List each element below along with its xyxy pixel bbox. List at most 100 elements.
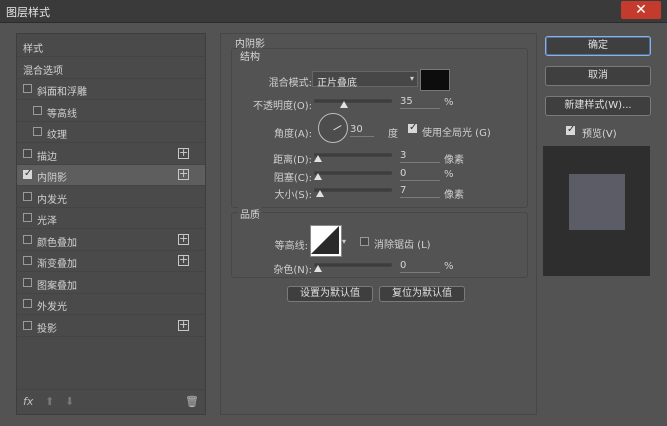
choke-slider[interactable] <box>314 171 392 175</box>
antialias-checkbox[interactable] <box>360 237 369 246</box>
global-light-checkbox[interactable] <box>408 122 417 133</box>
style-list-item[interactable]: 内发光 <box>17 187 205 208</box>
global-light-label: 使用全局光 (G) <box>422 128 491 139</box>
style-list-item[interactable]: 等高线 <box>17 101 205 122</box>
style-list-item[interactable]: 内阴影 + <box>17 165 205 186</box>
blend-mode-value: 正片叠底 <box>317 78 357 89</box>
style-list-label: 光泽 <box>37 216 57 227</box>
distance-slider-thumb[interactable] <box>314 155 322 162</box>
fx-button[interactable]: fx <box>23 395 33 408</box>
style-list-item[interactable]: 描边 + <box>17 144 205 165</box>
cancel-button[interactable]: 取消 <box>545 66 651 86</box>
style-list-item[interactable]: 外发光 <box>17 294 205 315</box>
contour-curve-icon <box>311 226 339 254</box>
style-enable-checkbox[interactable] <box>23 191 32 201</box>
style-list-item[interactable]: 图案叠加 <box>17 273 205 294</box>
style-list-label: 投影 <box>37 323 57 335</box>
add-instance-icon[interactable]: + <box>178 168 189 180</box>
choke-value[interactable]: 0 <box>400 168 440 181</box>
add-instance-icon[interactable]: + <box>178 254 189 266</box>
close-button[interactable]: ✕ <box>621 1 661 19</box>
ok-button[interactable]: 确定 <box>545 36 651 56</box>
style-enable-checkbox[interactable] <box>33 127 42 136</box>
style-list-label: 混合选项 <box>23 65 63 77</box>
style-enable-checkbox[interactable] <box>23 299 32 308</box>
new-style-button[interactable]: 新建样式(W)... <box>545 96 651 116</box>
contour-label: 等高线: <box>274 241 308 252</box>
style-enable-checkbox[interactable] <box>23 148 32 158</box>
distance-value[interactable]: 3 <box>400 150 440 163</box>
style-list-item[interactable]: 渐变叠加 + <box>17 251 205 272</box>
choke-slider-thumb[interactable] <box>314 173 322 180</box>
noise-slider-thumb[interactable] <box>314 265 322 272</box>
contour-picker[interactable] <box>310 225 342 257</box>
style-list-item[interactable]: 颜色叠加 + <box>17 230 205 251</box>
style-list-label: 颜色叠加 <box>37 237 77 249</box>
style-enable-checkbox[interactable] <box>23 84 32 93</box>
style-list-toolbar: fx ⬆ ⬇ 🗑 <box>17 389 205 414</box>
chevron-down-icon: ▾ <box>409 74 414 83</box>
style-enable-checkbox[interactable] <box>33 105 42 115</box>
window-title: 图层样式 <box>6 6 50 19</box>
make-default-button[interactable]: 设置为默认值 <box>287 286 373 302</box>
angle-value[interactable]: 30 <box>350 124 374 137</box>
opacity-slider-thumb[interactable] <box>340 101 348 108</box>
style-enable-checkbox[interactable] <box>23 320 32 330</box>
preview-thumbnail <box>569 174 625 230</box>
style-list-item[interactable]: 斜面和浮雕 <box>17 79 205 100</box>
blend-mode-label: 混合模式: <box>268 78 312 89</box>
title-bar: 图层样式 ✕ <box>0 0 667 23</box>
angle-dial-needle <box>333 125 342 131</box>
style-list-label: 渐变叠加 <box>37 259 77 270</box>
opacity-slider[interactable] <box>314 99 392 103</box>
style-list-label: 外发光 <box>37 302 67 313</box>
opacity-value[interactable]: 35 <box>400 96 440 109</box>
blend-mode-select[interactable]: 正片叠底 ▾ <box>312 71 418 89</box>
style-enable-checkbox[interactable] <box>23 234 32 244</box>
noise-value[interactable]: 0 <box>400 260 440 273</box>
arrow-up-icon[interactable]: ⬆ <box>45 395 54 408</box>
style-list-item[interactable]: 光泽 <box>17 208 205 229</box>
size-slider-thumb[interactable] <box>316 190 324 197</box>
add-instance-icon[interactable]: + <box>178 147 189 159</box>
style-list-item[interactable]: 样式 <box>17 36 205 57</box>
noise-label: 杂色(N): <box>273 265 312 276</box>
style-list-label: 斜面和浮雕 <box>37 87 87 98</box>
distance-unit: 像素 <box>444 155 464 166</box>
contour-chevron-down-icon[interactable]: ▾ <box>342 237 346 246</box>
preview-checkbox[interactable] <box>566 124 575 135</box>
add-instance-icon[interactable]: + <box>178 319 189 331</box>
angle-label: 角度(A): <box>273 129 312 140</box>
arrow-down-icon[interactable]: ⬇ <box>65 395 74 408</box>
style-enable-checkbox[interactable] <box>23 277 32 287</box>
style-list-item[interactable]: 混合选项 <box>17 58 205 79</box>
distance-label: 距离(D): <box>273 155 312 166</box>
reset-default-button[interactable]: 复位为默认值 <box>379 286 465 302</box>
style-list-label: 内发光 <box>37 194 67 206</box>
add-instance-icon[interactable]: + <box>178 233 189 245</box>
shadow-color-swatch[interactable] <box>420 69 450 91</box>
choke-label: 阻塞(C): <box>273 173 312 184</box>
choke-unit: % <box>444 169 454 180</box>
size-value[interactable]: 7 <box>400 185 440 198</box>
style-list-item[interactable]: 投影 + <box>17 316 205 337</box>
quality-title: 品质 <box>238 206 262 221</box>
style-list: 样式混合选项斜面和浮雕等高线纹理描边 + 内阴影 + 内发光光泽颜色叠加 + 渐变叠加 + 图案… <box>16 33 206 415</box>
style-enable-checkbox[interactable] <box>23 213 32 222</box>
noise-slider[interactable] <box>314 263 392 267</box>
style-list-item[interactable]: 纹理 <box>17 122 205 143</box>
style-enable-checkbox[interactable] <box>23 168 32 179</box>
opacity-unit: % <box>444 97 454 108</box>
style-list-label: 内阴影 <box>37 173 67 184</box>
angle-dial[interactable] <box>318 113 348 143</box>
style-list-label: 图案叠加 <box>37 280 77 292</box>
style-list-label: 描边 <box>37 151 57 163</box>
distance-slider[interactable] <box>314 153 392 157</box>
size-slider[interactable] <box>314 188 392 192</box>
angle-unit: 度 <box>388 129 398 140</box>
size-label: 大小(S): <box>274 190 312 201</box>
trash-icon[interactable]: 🗑 <box>185 395 199 408</box>
antialias-label: 消除锯齿 (L) <box>374 240 431 251</box>
noise-unit: % <box>444 261 454 272</box>
style-enable-checkbox[interactable] <box>23 256 32 265</box>
